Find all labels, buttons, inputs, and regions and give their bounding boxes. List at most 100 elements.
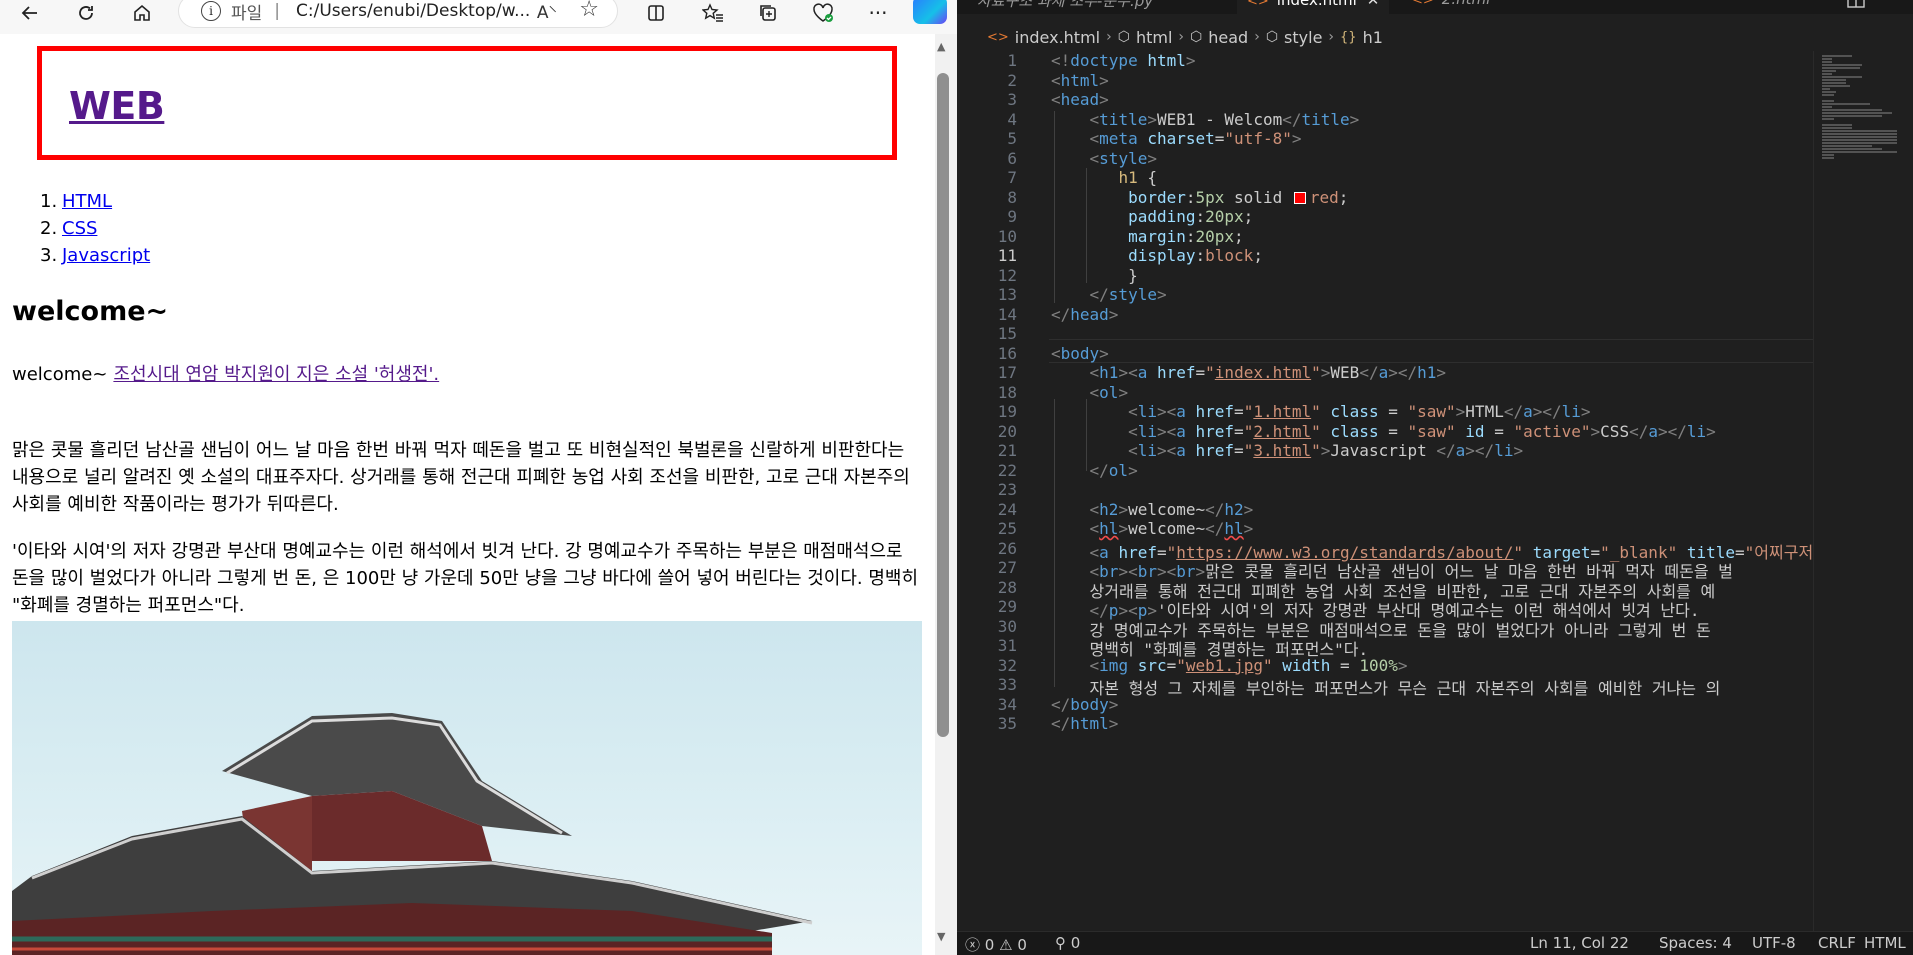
line-number: 11 bbox=[997, 246, 1017, 265]
language-mode[interactable]: HTML bbox=[1864, 934, 1906, 952]
minimap-line bbox=[1822, 76, 1862, 78]
line-number: 31 bbox=[997, 636, 1017, 655]
line-number: 6 bbox=[1007, 148, 1017, 168]
code-token: img bbox=[1099, 655, 1129, 675]
code-line[interactable]: 35 </html> bbox=[957, 714, 1813, 738]
story-link[interactable]: 조선시대 연암 박지원이 지은 소설 '허생전'. bbox=[113, 364, 439, 385]
code-token: red bbox=[1309, 187, 1339, 207]
line-ending[interactable]: CRLF bbox=[1818, 934, 1856, 952]
html-file-icon: <> bbox=[987, 29, 1009, 45]
code-token: style bbox=[1099, 148, 1148, 168]
breadcrumb-file[interactable]: <> index.html bbox=[987, 28, 1100, 47]
line-number: 2 bbox=[1007, 70, 1017, 90]
code-token: " bbox=[1311, 363, 1321, 382]
code-token: ; bbox=[1253, 246, 1263, 265]
code-token: > bbox=[1513, 441, 1524, 460]
favorite-star-icon[interactable]: ☆ bbox=[579, 0, 599, 22]
code-area[interactable]: 1 <!doctype html> 2 <html> 3 <head> 4 <title>W… bbox=[957, 51, 1813, 931]
list-item: 1. HTML bbox=[40, 188, 150, 215]
minimap-line bbox=[1822, 115, 1882, 117]
code-editor: 자료구조 과제 조우-준수.py <>index.html✕ <>2.html … bbox=[957, 0, 1913, 955]
code-token: CSS bbox=[1600, 421, 1630, 441]
tab-python-file[interactable]: 자료구조 과제 조우-준수.py bbox=[977, 0, 1153, 14]
code-token: < bbox=[1051, 343, 1061, 363]
breadcrumb-style[interactable]: ⬡ style bbox=[1266, 28, 1323, 47]
close-tab-icon[interactable]: ✕ bbox=[1367, 0, 1380, 9]
code-token: web1.jpg bbox=[1185, 655, 1263, 675]
code-token: "active" bbox=[1513, 421, 1591, 441]
code-token: a bbox=[1137, 363, 1148, 382]
code-token: "saw" bbox=[1407, 421, 1456, 441]
code-text: </head> bbox=[1051, 305, 1118, 324]
scroll-up-arrow-icon[interactable]: ▲ bbox=[937, 40, 945, 53]
code-token: < bbox=[1051, 90, 1061, 109]
line-number: 35 bbox=[997, 714, 1017, 733]
breadcrumb-html[interactable]: ⬡ html bbox=[1118, 28, 1173, 47]
page-scrollbar-thumb[interactable] bbox=[937, 73, 949, 737]
encoding[interactable]: UTF-8 bbox=[1752, 934, 1796, 952]
warning-count: 0 bbox=[1017, 936, 1027, 954]
palace-photo bbox=[12, 621, 922, 955]
favorites-icon[interactable] bbox=[697, 0, 729, 26]
browser-essentials-icon[interactable] bbox=[807, 0, 839, 26]
code-token: body bbox=[1070, 694, 1109, 714]
line-number: 7 bbox=[1007, 168, 1017, 187]
line-number: 9 bbox=[1007, 207, 1017, 226]
breadcrumb-h1[interactable]: {} h1 bbox=[1340, 28, 1383, 47]
minimap-line bbox=[1822, 67, 1860, 69]
link-html[interactable]: HTML bbox=[62, 188, 112, 215]
minimap-line bbox=[1822, 136, 1897, 138]
tab-label: index.html bbox=[1276, 0, 1357, 9]
welcome-text: welcome~ bbox=[12, 364, 108, 385]
web-home-link[interactable]: WEB bbox=[69, 84, 165, 128]
editor-tabs: 자료구조 과제 조우-준수.py <> index.html ✕ <> 2.html bbox=[957, 0, 1913, 14]
split-screen-icon[interactable] bbox=[640, 0, 672, 26]
address-bar[interactable]: i 파일 | C:/Users/enubi/Desktop/w... A⸌ ☆ bbox=[178, 0, 618, 28]
indentation[interactable]: Spaces: 4 bbox=[1659, 934, 1732, 952]
refresh-icon[interactable] bbox=[70, 0, 102, 26]
code-token: " bbox=[1243, 441, 1254, 460]
code-token: welcome~ bbox=[1128, 519, 1206, 538]
line-number: 26 bbox=[997, 538, 1017, 558]
breadcrumb-head[interactable]: ⬡ head bbox=[1190, 28, 1248, 47]
scroll-down-arrow-icon[interactable]: ▼ bbox=[937, 930, 945, 943]
code-token: </ bbox=[1089, 285, 1109, 304]
back-icon[interactable] bbox=[14, 0, 46, 26]
info-icon[interactable]: i bbox=[201, 1, 221, 21]
tab-label: 2.html bbox=[1442, 0, 1490, 8]
color-swatch-icon[interactable] bbox=[1293, 191, 1306, 204]
code-text: <!doctype html> bbox=[1051, 51, 1196, 70]
split-editor-icon[interactable] bbox=[1847, 0, 1865, 16]
error-count: 0 bbox=[984, 936, 995, 954]
more-options-icon[interactable]: ··· bbox=[862, 0, 894, 26]
paragraph-1: 맑은 콧물 흘리던 남산골 샌님이 어느 날 마음 한번 바꿔 먹자 떼돈을 벌… bbox=[12, 440, 910, 515]
line-number: 16 bbox=[997, 343, 1017, 363]
ports-indicator[interactable]: ⚲ 0 bbox=[1055, 934, 1080, 952]
minimap[interactable] bbox=[1813, 51, 1903, 931]
copilot-icon[interactable] bbox=[913, 0, 947, 24]
code-token: ; bbox=[1243, 207, 1254, 226]
code-token: 2.html bbox=[1253, 421, 1312, 441]
minimap-line bbox=[1822, 82, 1846, 84]
tab-2-html[interactable]: <> 2.html bbox=[1412, 0, 1490, 14]
link-css[interactable]: CSS bbox=[62, 215, 97, 242]
address-url[interactable]: C:/Users/enubi/Desktop/w... bbox=[296, 1, 617, 21]
line-number: 18 bbox=[997, 382, 1017, 402]
breadcrumb-label: style bbox=[1284, 27, 1323, 47]
home-icon[interactable] bbox=[126, 0, 158, 26]
code-token: " bbox=[1243, 402, 1254, 421]
link-javascript[interactable]: Javascript bbox=[62, 242, 150, 269]
problems-indicator[interactable]: ⓧ 0 ⚠ 0 bbox=[965, 934, 1027, 955]
read-aloud-icon[interactable]: A⸌ bbox=[537, 0, 557, 23]
code-token: 1.html bbox=[1253, 402, 1312, 421]
tab-index-html[interactable]: <> index.html ✕ bbox=[1237, 0, 1390, 14]
code-token: body bbox=[1060, 343, 1100, 363]
minimap-line bbox=[1822, 85, 1850, 87]
cursor-position[interactable]: Ln 11, Col 22 bbox=[1530, 934, 1629, 952]
code-token: title bbox=[1099, 109, 1148, 129]
collections-icon[interactable] bbox=[752, 0, 784, 26]
code-token: > bbox=[1580, 402, 1591, 421]
